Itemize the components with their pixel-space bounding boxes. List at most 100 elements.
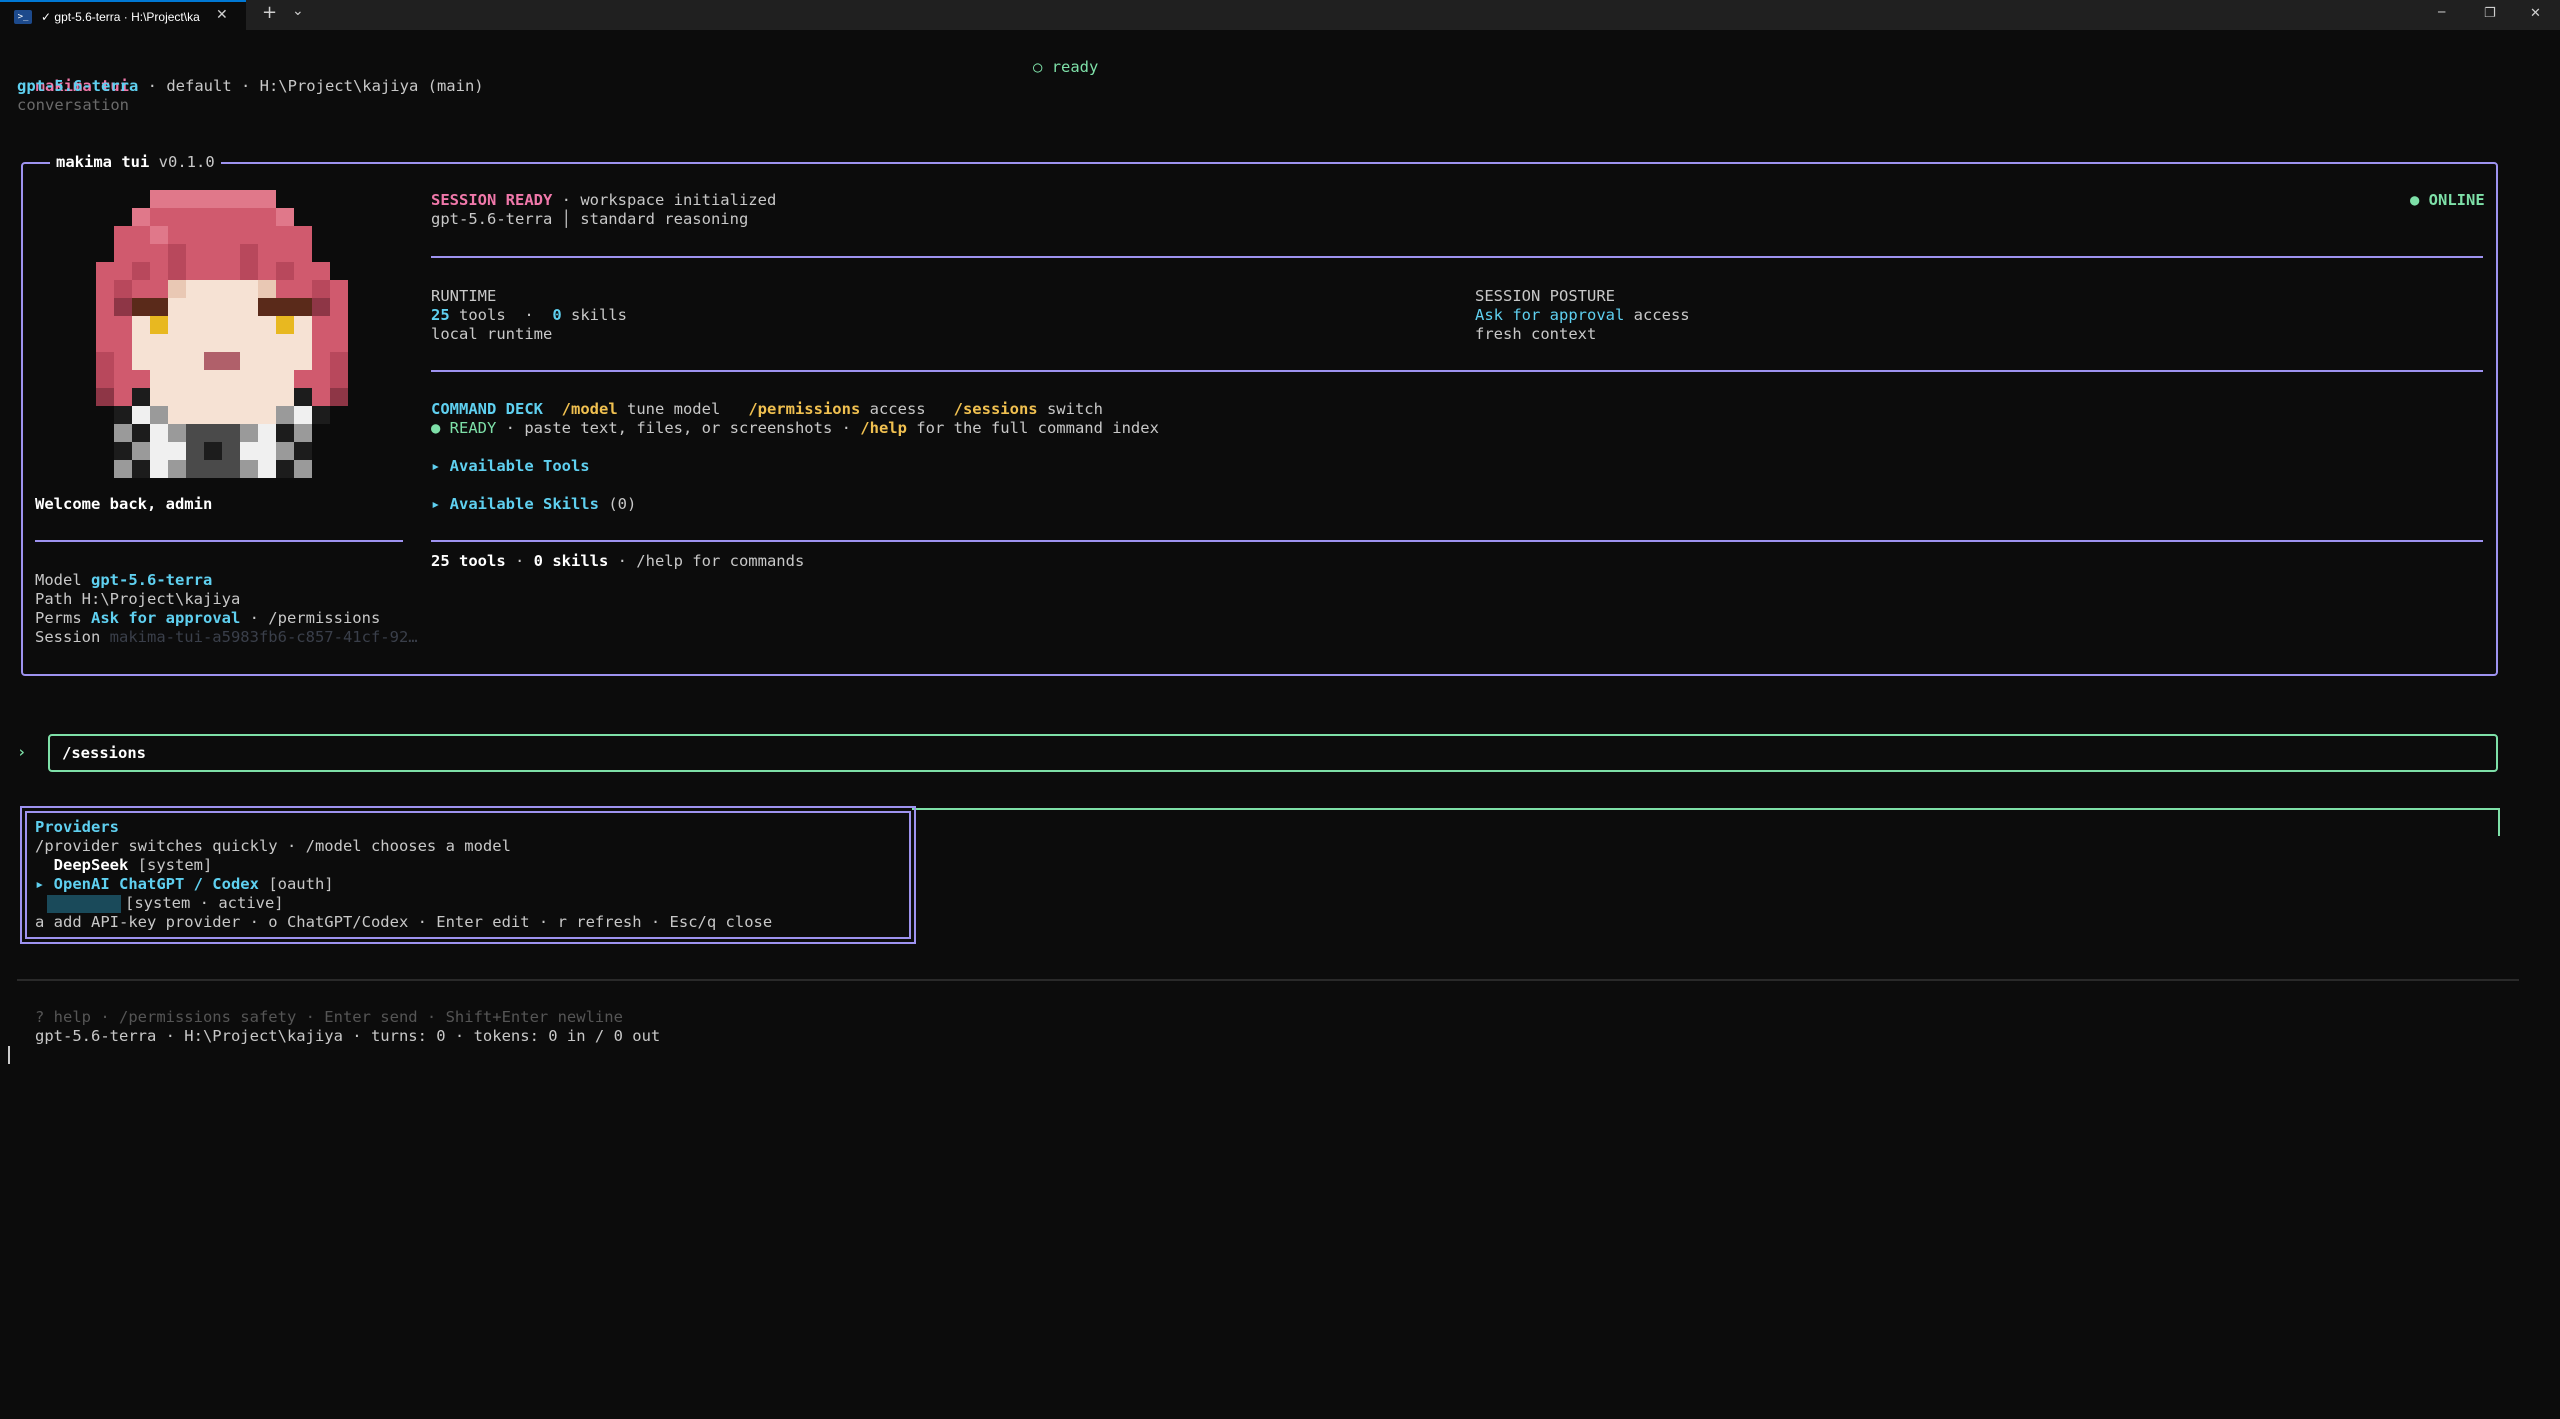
avatar-pixel xyxy=(294,298,312,316)
avatar-pixel xyxy=(312,370,330,388)
tab-close-icon[interactable]: ✕ xyxy=(216,6,228,25)
avatar-pixel xyxy=(168,226,186,244)
avatar-pixel xyxy=(258,460,276,478)
text-cursor xyxy=(8,1046,10,1064)
welcome-text: Welcome back, admin xyxy=(35,495,213,513)
avatar-pixel xyxy=(258,406,276,424)
prompt-value[interactable]: /sessions xyxy=(62,744,146,763)
avatar-pixel xyxy=(168,280,186,298)
minimize-button[interactable]: ─ xyxy=(2438,3,2445,22)
avatar-pixel xyxy=(96,334,114,352)
avatar-pixel xyxy=(240,370,258,388)
avatar-pixel xyxy=(186,190,204,208)
avatar-pixel xyxy=(186,298,204,316)
avatar-pixel xyxy=(312,352,330,370)
avatar-pixel xyxy=(312,388,330,406)
avatar-pixel xyxy=(132,352,150,370)
avatar-pixel xyxy=(240,280,258,298)
avatar-pixel xyxy=(204,442,222,460)
online-badge: ● ONLINE xyxy=(2410,191,2485,209)
info-session: Session makima-tui-a5983fb6-c857-41cf-92… xyxy=(35,628,418,646)
provider-item-openai[interactable]: ▸ OpenAI ChatGPT / Codex [oauth] xyxy=(35,875,334,894)
avatar-pixel xyxy=(204,388,222,406)
avatar-pixel xyxy=(132,370,150,388)
available-skills-toggle[interactable]: ▸ Available Skills (0) xyxy=(431,495,636,514)
prompt-input[interactable]: /sessions xyxy=(48,734,2498,772)
new-tab-button[interactable]: + xyxy=(262,3,277,22)
info-path: Path H:\Project\kajiya xyxy=(35,590,241,608)
avatar-pixel xyxy=(294,334,312,352)
suggestion-frame xyxy=(912,808,2500,836)
divider xyxy=(35,540,403,542)
avatar-pixel xyxy=(222,352,240,370)
avatar-pixel xyxy=(222,226,240,244)
avatar-pixel xyxy=(132,316,150,334)
avatar-pixel xyxy=(330,316,348,334)
avatar-pixel xyxy=(330,334,348,352)
avatar-pixel xyxy=(276,244,294,262)
tab-dropdown-icon[interactable]: ⌄ xyxy=(292,2,304,21)
avatar-pixel xyxy=(204,316,222,334)
avatar-pixel xyxy=(294,406,312,424)
avatar-pixel xyxy=(240,262,258,280)
avatar-pixel xyxy=(150,406,168,424)
avatar-pixel xyxy=(96,316,114,334)
avatar-pixel xyxy=(168,370,186,388)
avatar-pixel xyxy=(114,406,132,424)
avatar-pixel xyxy=(276,298,294,316)
avatar-pixel xyxy=(132,208,150,226)
avatar-pixel xyxy=(222,316,240,334)
avatar-pixel xyxy=(258,316,276,334)
avatar-pixel xyxy=(276,316,294,334)
divider xyxy=(431,256,2483,258)
avatar-pixel xyxy=(168,442,186,460)
avatar-pixel xyxy=(276,208,294,226)
command-model: /model xyxy=(561,400,618,418)
avatar-pixel xyxy=(276,334,294,352)
avatar-pixel xyxy=(186,352,204,370)
avatar-pixel xyxy=(186,244,204,262)
avatar-pixel xyxy=(168,334,186,352)
avatar-pixel xyxy=(330,352,348,370)
avatar-pixel xyxy=(168,388,186,406)
posture-heading: SESSION POSTURE xyxy=(1475,287,1615,305)
avatar-pixel xyxy=(132,280,150,298)
avatar-pixel xyxy=(204,262,222,280)
avatar-pixel xyxy=(168,424,186,442)
terminal-tab[interactable]: >_ ✓ gpt-5.6-terra · H:\Project\ka ✕ xyxy=(0,0,246,30)
provider-item-active[interactable]: [system · active] xyxy=(35,894,284,913)
avatar-pixel xyxy=(258,334,276,352)
avatar-pixel xyxy=(240,424,258,442)
avatar-pixel xyxy=(150,280,168,298)
avatar-pixel xyxy=(294,460,312,478)
avatar-pixel xyxy=(276,352,294,370)
avatar-pixel xyxy=(312,406,330,424)
avatar-pixel xyxy=(186,226,204,244)
close-window-button[interactable]: ✕ xyxy=(2530,4,2541,23)
avatar-pixel xyxy=(240,460,258,478)
avatar-pixel xyxy=(186,316,204,334)
avatar-pixel xyxy=(294,226,312,244)
avatar-pixel xyxy=(204,208,222,226)
avatar-pixel xyxy=(240,442,258,460)
avatar-pixel xyxy=(258,298,276,316)
avatar-pixel xyxy=(222,388,240,406)
footer-hints: ? help · /permissions safety · Enter sen… xyxy=(35,1008,623,1026)
available-tools-toggle[interactable]: ▸ Available Tools xyxy=(431,457,590,476)
avatar-pixel xyxy=(168,316,186,334)
providers-hint: /provider switches quickly · /model choo… xyxy=(35,837,511,855)
status-dot-icon: ○ xyxy=(1033,58,1043,76)
avatar-pixel xyxy=(204,280,222,298)
avatar-pixel xyxy=(240,388,258,406)
provider-item-deepseek[interactable]: DeepSeek [system] xyxy=(35,856,213,875)
avatar xyxy=(96,190,348,478)
avatar-pixel xyxy=(258,370,276,388)
avatar-pixel xyxy=(276,460,294,478)
avatar-pixel xyxy=(186,388,204,406)
maximize-button[interactable]: ❐ xyxy=(2484,4,2496,23)
info-perms: Perms Ask for approval · /permissions xyxy=(35,609,381,627)
selected-marker-icon: ▸ xyxy=(35,875,54,893)
posture-context: fresh context xyxy=(1475,325,1597,343)
avatar-pixel xyxy=(294,388,312,406)
avatar-pixel xyxy=(168,262,186,280)
